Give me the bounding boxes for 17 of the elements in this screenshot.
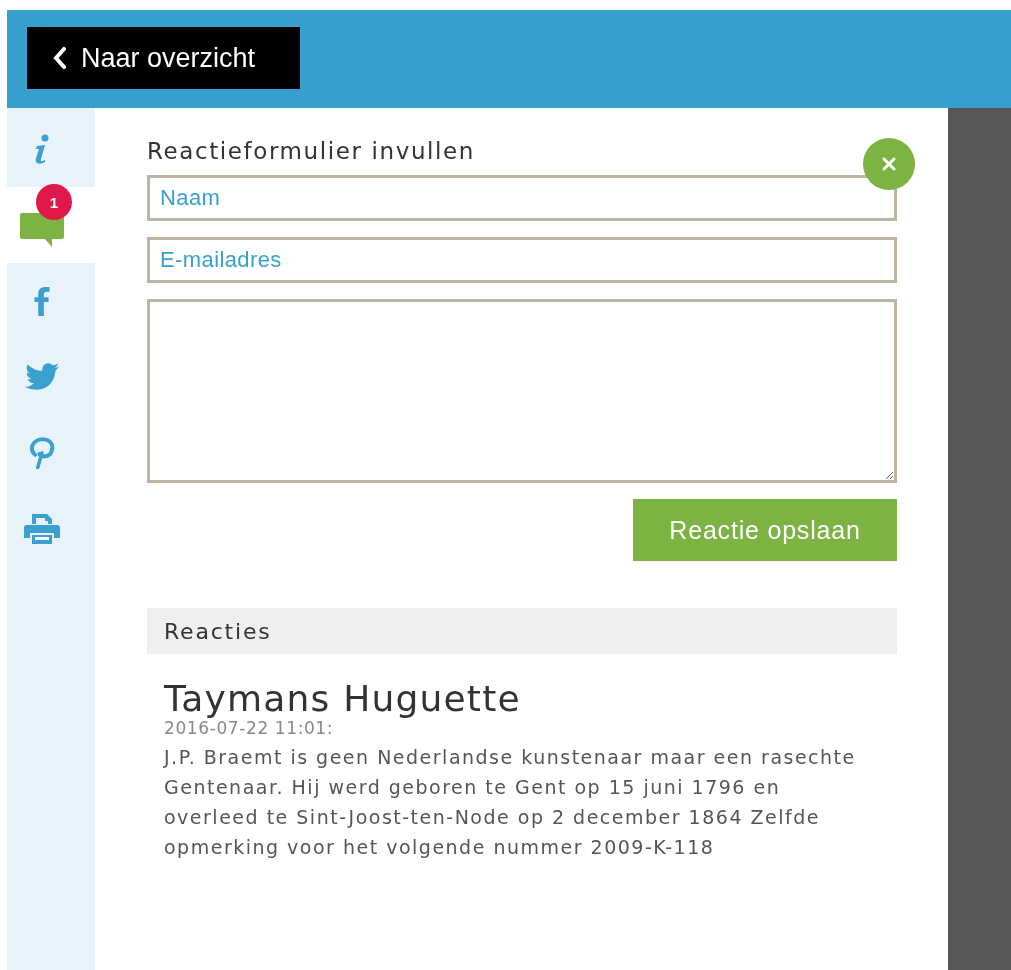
submit-button[interactable]: Reactie opslaan: [633, 499, 897, 561]
chevron-left-icon: [53, 47, 67, 69]
comment-field[interactable]: [147, 299, 897, 483]
email-field[interactable]: E-mailadres: [147, 237, 897, 283]
form-title: Reactieformulier invullen: [147, 138, 475, 165]
name-field[interactable]: Naam: [147, 175, 897, 221]
speech-bubble-icon: [18, 212, 66, 248]
section-title: Reacties: [164, 618, 272, 644]
printer-icon: [23, 513, 61, 545]
notification-badge: 1: [36, 184, 72, 220]
comment-author: Taymans Huguette: [164, 680, 522, 718]
bird-icon: [24, 362, 60, 392]
comment-text: J.P. Braemt is geen Nederlandse kunstenaar maar een rasechte Gentenaar. Hij werd geboren te Gent op 15 juni 1796 en overleed te Sint-Joost-ten-Node op 2 december 1864 Zelfde opmerking voor het volgende nummer 2009-K-118: [164, 745, 857, 860]
back-button[interactable]: Naar overzicht: [27, 27, 300, 89]
comment-date: 2016-07-22 11:01:: [164, 718, 335, 738]
close-icon: [882, 157, 896, 171]
facebook-icon: [32, 286, 52, 316]
